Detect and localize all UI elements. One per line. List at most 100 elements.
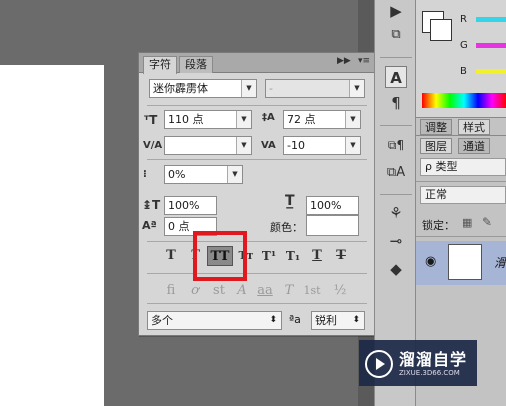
baseline-shift-icon: Aª <box>142 219 157 232</box>
paragraph-styles-icon[interactable]: ⧉¶ <box>385 134 407 156</box>
vertical-scale-field[interactable]: 100% <box>164 196 217 215</box>
tsume-value: 0% <box>168 168 186 181</box>
blend-mode-select[interactable]: 正常 <box>420 186 506 204</box>
vertical-scale-icon: ↨T <box>142 198 161 212</box>
tracking-value: -10 <box>287 139 305 152</box>
character-panel-icon[interactable]: A <box>385 66 407 88</box>
divider <box>147 273 367 274</box>
strikethrough-button[interactable]: T <box>331 246 351 266</box>
font-family-value: 迷你霹雳体 <box>153 82 208 95</box>
highlight-annotation <box>193 231 247 281</box>
divider <box>380 57 412 58</box>
collapse-panel-icon[interactable]: ▶▶ <box>337 56 351 66</box>
contextual-alternates-button[interactable]: ơ <box>185 281 205 301</box>
play-icon[interactable]: ▶ <box>385 0 407 22</box>
3d-cube-icon[interactable]: ◆ <box>385 258 407 280</box>
antialias-select[interactable]: 锐利 ⬍ <box>311 311 365 330</box>
leading-value: 72 点 <box>287 113 316 126</box>
divider <box>416 236 506 237</box>
divider <box>147 303 367 304</box>
chevron-down-icon: ▼ <box>227 166 242 183</box>
divider <box>380 125 412 126</box>
font-size-value: 110 点 <box>168 113 204 126</box>
brush-icon[interactable]: ⚘ <box>385 202 407 224</box>
chevron-down-icon: ▼ <box>345 111 360 128</box>
3d-object-icon[interactable]: ⧉ <box>385 24 407 46</box>
b-label: B <box>460 66 467 77</box>
font-style-select[interactable]: - ▼ <box>265 79 365 98</box>
b-slider[interactable] <box>476 69 506 74</box>
panel-menu-icon[interactable]: ▾≡ <box>358 56 370 66</box>
chevron-down-icon: ▼ <box>241 80 256 97</box>
color-panel: R G B <box>416 0 506 118</box>
g-slider[interactable] <box>476 43 506 48</box>
r-slider[interactable] <box>476 17 506 22</box>
updown-arrow-icon: ⬍ <box>352 315 360 325</box>
divider <box>416 135 506 136</box>
divider <box>147 159 367 160</box>
eye-icon[interactable]: ◉ <box>425 254 436 269</box>
language-select[interactable]: 多个 ⬍ <box>147 311 282 330</box>
character-styles-icon[interactable]: ⧉A <box>385 162 407 184</box>
tab-channels[interactable]: 通道 <box>458 138 490 154</box>
divider <box>147 241 367 242</box>
watermark-title: 溜溜自学 <box>399 350 468 369</box>
lock-brush-icon[interactable]: ✎ <box>482 215 492 229</box>
font-size-field[interactable]: 110 点 ▼ <box>164 110 252 129</box>
swash-button[interactable]: A <box>232 281 252 301</box>
tracking-icon: VA <box>261 140 276 151</box>
titling-alternates-button[interactable]: T <box>279 281 299 301</box>
stylistic-alternates-button[interactable]: aa <box>255 281 275 301</box>
tab-styles[interactable]: 样式 <box>458 119 490 135</box>
tsume-field[interactable]: 0% ▼ <box>164 165 243 184</box>
paragraph-panel-icon[interactable]: ¶ <box>385 92 407 114</box>
panel-tab-bar: 字符 段落 ▶▶ ▾≡ <box>139 53 374 74</box>
document-canvas[interactable] <box>0 65 104 406</box>
text-color-swatch[interactable] <box>306 215 359 236</box>
background-color-swatch[interactable] <box>430 19 452 41</box>
layer-row[interactable]: ◉ 滑 <box>416 241 506 285</box>
leading-field[interactable]: 72 点 ▼ <box>283 110 361 129</box>
lock-transparent-icon[interactable]: ▦ <box>462 216 472 229</box>
g-label: G <box>460 40 468 51</box>
updown-arrow-icon: ⬍ <box>269 315 277 325</box>
tab-layers[interactable]: 图层 <box>420 138 452 154</box>
divider <box>380 194 412 195</box>
font-family-select[interactable]: 迷你霹雳体 ▼ <box>149 79 257 98</box>
watermark-url: ZIXUE.3D66.COM <box>399 369 460 377</box>
chevron-down-icon: ▼ <box>236 137 251 154</box>
r-label: R <box>460 14 467 25</box>
antialias-icon: ªa <box>289 313 301 326</box>
tracking-field[interactable]: -10 ▼ <box>283 136 361 155</box>
layer-name[interactable]: 滑 <box>494 254 506 271</box>
play-logo-icon <box>365 350 393 378</box>
tab-character[interactable]: 字符 <box>143 56 177 74</box>
brush-presets-icon[interactable]: ⊸ <box>385 230 407 252</box>
character-panel: 字符 段落 ▶▶ ▾≡ 迷你霹雳体 ▼ - ▼ ᵀT 110 点 ▼ ‡A 72… <box>138 52 375 336</box>
superscript-button[interactable]: T¹ <box>259 246 279 266</box>
tab-adjustments[interactable]: 调整 <box>420 119 452 135</box>
underline-button[interactable]: T <box>307 246 327 266</box>
tab-paragraph[interactable]: 段落 <box>179 56 213 73</box>
ordinals-button[interactable]: 1st <box>302 281 322 301</box>
horizontal-scale-icon: T̲ <box>285 193 295 209</box>
kerning-icon: V/A <box>143 140 163 151</box>
color-spectrum[interactable] <box>422 93 506 108</box>
fractions-button[interactable]: ½ <box>330 281 350 301</box>
color-label: 颜色： <box>270 221 303 234</box>
chevron-down-icon: ▼ <box>236 111 251 128</box>
watermark-logo: 溜溜自学 ZIXUE.3D66.COM <box>359 340 477 386</box>
discretionary-ligatures-button[interactable]: st <box>209 281 229 301</box>
kerning-field[interactable]: ▼ <box>164 136 252 155</box>
chevron-down-icon: ▼ <box>349 80 364 97</box>
faux-bold-button[interactable]: T <box>161 246 181 266</box>
chevron-down-icon: ▼ <box>345 137 360 154</box>
subscript-button[interactable]: T₁ <box>283 246 303 266</box>
horizontal-scale-field[interactable]: 100% <box>306 196 359 215</box>
layer-filter-select[interactable]: ρ 类型 <box>420 158 506 176</box>
antialias-value: 锐利 <box>315 314 337 327</box>
language-value: 多个 <box>151 314 173 327</box>
divider <box>147 105 367 106</box>
lock-label: 锁定： <box>422 219 455 232</box>
standard-ligatures-button[interactable]: fi <box>161 281 181 301</box>
